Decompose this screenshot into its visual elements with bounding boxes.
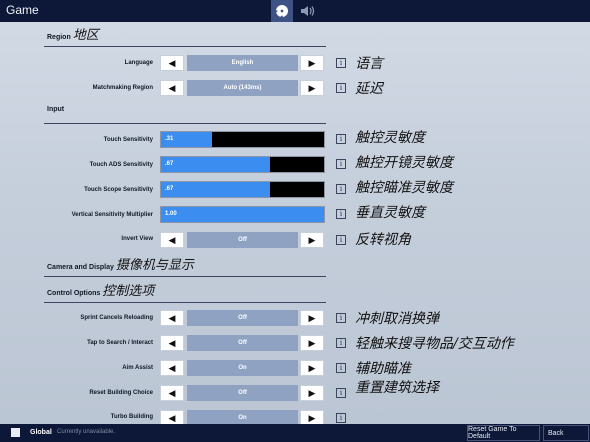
language-next-button[interactable]: ▶ (300, 55, 324, 71)
annotation-touch-sensitivity: 触控灵敏度 (355, 130, 425, 146)
matchmaking-value: Auto (143ms) (187, 80, 298, 96)
slider-fill (161, 207, 324, 222)
invert-view-value: Off (187, 232, 298, 248)
slider-value: .67 (165, 186, 174, 192)
annotation-tap-search: 轻触来搜寻物品/交互动作 (355, 336, 514, 352)
invert-view-label: Invert View (121, 236, 153, 242)
turbo-building-prev-button[interactable]: ◀ (160, 410, 184, 424)
slider-fill (161, 157, 271, 172)
section-region: Region 地区 (47, 28, 99, 43)
vertical-multiplier-slider[interactable]: 1.00 (160, 206, 325, 223)
invert-view-next-button[interactable]: ▶ (300, 232, 324, 248)
touch-ads-label: Touch ADS Sensitivity (89, 162, 153, 168)
tab-settings[interactable] (271, 0, 293, 22)
tab-audio[interactable] (297, 0, 319, 22)
matchmaking-label: Matchmaking Region (92, 85, 153, 91)
annotation-matchmaking: 延迟 (355, 81, 383, 97)
page-title: Game (6, 3, 39, 17)
slider-fill (161, 182, 271, 197)
annotation-language: 语言 (355, 56, 383, 72)
touch-scope-info-icon[interactable]: i (336, 184, 346, 194)
aim-assist-next-button[interactable]: ▶ (300, 360, 324, 376)
turbo-building-value: On (187, 410, 298, 424)
aim-assist-label: Aim Assist (122, 365, 153, 371)
language-value: English (187, 55, 298, 71)
section-input: Input (47, 106, 65, 113)
touch-sensitivity-info-icon[interactable]: i (336, 134, 346, 144)
aim-assist-info-icon[interactable]: i (336, 363, 346, 373)
section-camera-display: Camera and Display 摄像机与显示 (47, 258, 194, 273)
language-info-icon[interactable]: i (336, 58, 346, 68)
tap-search-next-button[interactable]: ▶ (300, 335, 324, 351)
reset-building-next-button[interactable]: ▶ (300, 385, 324, 401)
reset-building-prev-button[interactable]: ◀ (160, 385, 184, 401)
reset-building-value: Off (187, 385, 298, 401)
touch-sensitivity-slider[interactable]: .31 (160, 131, 325, 148)
vertical-multiplier-label: Vertical Sensitivity Multiplier (71, 212, 153, 218)
speaker-icon (301, 6, 315, 16)
turbo-building-label: Turbo Building (110, 414, 153, 420)
aim-assist-prev-button[interactable]: ◀ (160, 360, 184, 376)
sprint-cancels-label: Sprint Cancels Reloading (80, 315, 153, 321)
annotation-reset-building: 重置建筑选择 (355, 380, 439, 396)
annotation-aim-assist: 辅助瞄准 (355, 361, 411, 377)
gear-icon (276, 5, 288, 17)
annotation-touch-ads: 触控开镜灵敏度 (355, 155, 453, 171)
annotation-camera-display: 摄像机与显示 (115, 258, 194, 273)
settings-list[interactable]: Region 地区 Language ◀ English ▶ i 语言 Match… (0, 22, 590, 424)
slider-value: 1.00 (165, 211, 177, 217)
annotation-vertical-multiplier: 垂直灵敏度 (355, 205, 425, 221)
sprint-cancels-info-icon[interactable]: i (336, 313, 346, 323)
tap-search-prev-button[interactable]: ◀ (160, 335, 184, 351)
top-bar: Game (0, 0, 590, 22)
back-button[interactable]: Back (543, 425, 589, 441)
touch-ads-info-icon[interactable]: i (336, 159, 346, 169)
turbo-building-info-icon[interactable]: i (336, 413, 346, 423)
touch-scope-slider[interactable]: .67 (160, 181, 325, 198)
aim-assist-value: On (187, 360, 298, 376)
annotation-invert-view: 反转视角 (355, 232, 411, 248)
tap-search-value: Off (187, 335, 298, 351)
annotation-region: 地区 (72, 28, 99, 43)
touch-ads-slider[interactable]: .67 (160, 156, 325, 173)
invert-view-prev-button[interactable]: ◀ (160, 232, 184, 248)
sprint-cancels-next-button[interactable]: ▶ (300, 310, 324, 326)
bottom-bar: Global Currently unavailable. Reset Game… (0, 424, 590, 442)
divider (44, 276, 326, 277)
divider (44, 46, 326, 47)
matchmaking-next-button[interactable]: ▶ (300, 80, 324, 96)
reset-building-label: Reset Building Choice (89, 390, 153, 396)
annotation-touch-scope: 触控瞄准灵敏度 (355, 180, 453, 196)
matchmaking-prev-button[interactable]: ◀ (160, 80, 184, 96)
invert-view-info-icon[interactable]: i (336, 235, 346, 245)
divider (44, 302, 326, 303)
reset-building-info-icon[interactable]: i (336, 388, 346, 398)
language-label: Language (124, 60, 153, 66)
reset-default-button[interactable]: Reset Game To Default (467, 425, 540, 441)
language-prev-button[interactable]: ◀ (160, 55, 184, 71)
annotation-sprint-cancels: 冲刺取消换弹 (355, 311, 439, 327)
tap-search-label: Tap to Search / Interact (87, 340, 153, 346)
tap-search-info-icon[interactable]: i (336, 338, 346, 348)
slider-value: .31 (165, 136, 174, 142)
sprint-cancels-value: Off (187, 310, 298, 326)
annotation-control-options: 控制选项 (102, 284, 155, 299)
touch-sensitivity-label: Touch Sensitivity (103, 137, 153, 143)
global-checkbox[interactable] (11, 428, 20, 437)
vertical-multiplier-info-icon[interactable]: i (336, 209, 346, 219)
matchmaking-info-icon[interactable]: i (336, 83, 346, 93)
turbo-building-next-button[interactable]: ▶ (300, 410, 324, 424)
touch-scope-label: Touch Scope Sensitivity (84, 187, 153, 193)
slider-value: .67 (165, 161, 174, 167)
sprint-cancels-prev-button[interactable]: ◀ (160, 310, 184, 326)
divider (44, 123, 326, 124)
section-control-options: Control Options 控制选项 (47, 284, 155, 299)
global-label: Global (30, 429, 52, 436)
status-text: Currently unavailable. (57, 429, 116, 435)
